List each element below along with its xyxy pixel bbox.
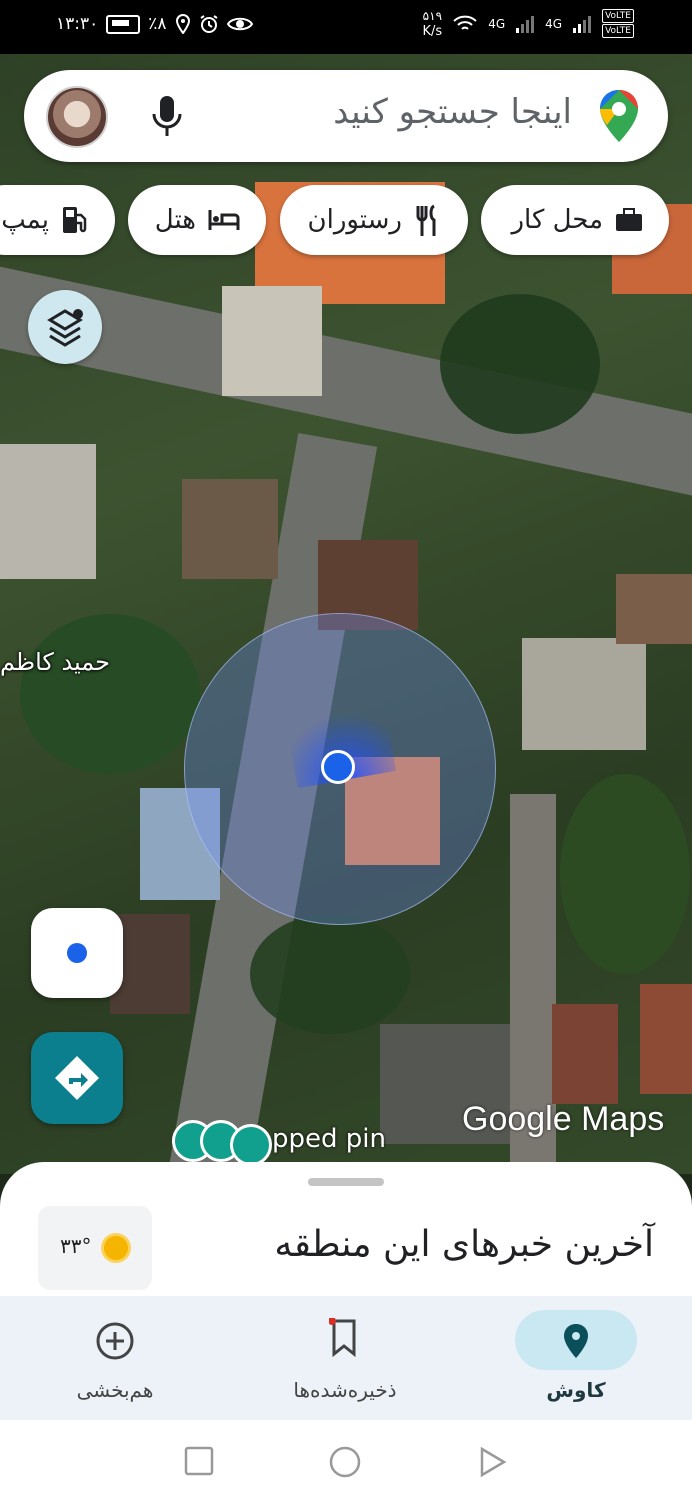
tree-cluster — [250, 914, 410, 1034]
battery-percent: ٪۸ — [148, 14, 167, 34]
battery-icon — [106, 14, 141, 34]
explore-pin-icon — [564, 1324, 588, 1358]
news-title: آخرین خبرهای این منطقه — [274, 1224, 654, 1265]
network-speed: ۵۱۹ K/s — [422, 8, 443, 39]
chip-gas[interactable]: پمپ — [0, 185, 115, 255]
nav-label: ذخیره‌شده‌ها — [293, 1378, 397, 1402]
chip-label: پمپ — [1, 205, 49, 235]
nav-label: هم‌بخشی — [76, 1378, 154, 1402]
volte-badge-2: VoLTE — [602, 24, 634, 38]
chip-restaurant[interactable]: رستوران — [280, 185, 468, 255]
chip-hotel[interactable]: هتل — [128, 185, 266, 255]
roof-gray-left — [0, 444, 96, 579]
recent-apps-icon[interactable] — [184, 1446, 214, 1476]
roof-rust-edge — [640, 984, 692, 1094]
roof-white-top — [222, 286, 322, 396]
bookmark-icon — [329, 1318, 356, 1358]
system-navigation-bar — [0, 1420, 692, 1500]
nav-label-explore[interactable]: کاوش — [476, 1378, 676, 1402]
directions-button[interactable] — [31, 1032, 123, 1124]
microphone-icon[interactable] — [150, 92, 184, 140]
chip-label: هتل — [154, 205, 196, 235]
volte-badge-1: VoLTE — [602, 9, 634, 23]
weather-chip[interactable]: ۳۳° — [38, 1206, 152, 1290]
google-maps-watermark: Google Maps — [462, 1100, 665, 1138]
gas-station-icon — [63, 207, 87, 233]
wifi-icon — [453, 15, 477, 30]
google-maps-logo-icon — [600, 90, 638, 142]
briefcase-icon — [616, 208, 642, 231]
directions-icon — [55, 1056, 99, 1100]
map-place-label[interactable]: حمید کاظم — [0, 648, 110, 676]
status-left: ۱۳:۳۰ ٪۸ — [56, 14, 253, 34]
layers-button[interactable] — [28, 290, 102, 364]
chip-label: رستوران — [307, 205, 403, 235]
roof-brown-right — [616, 574, 692, 644]
volte-badges: VoLTE VoLTE — [602, 8, 634, 39]
roof-gray-right — [522, 638, 646, 750]
chip-label: محل کار — [511, 205, 603, 235]
eye-icon — [226, 17, 253, 31]
nav-saved[interactable]: ذخیره‌شده‌ها — [245, 1296, 445, 1420]
signal-icon — [516, 15, 535, 33]
saved-pin-icon[interactable] — [230, 1124, 272, 1166]
search-input[interactable]: اینجا جستجو کنید — [333, 92, 572, 132]
status-bar: ۱۳:۳۰ ٪۸ ۵۱۹ K/s 4G 4G VoLTE VoLTE — [0, 0, 692, 54]
signal-icon-2 — [573, 15, 592, 33]
status-right: ۵۱۹ K/s 4G 4G VoLTE VoLTE — [422, 8, 634, 39]
my-location-icon — [67, 943, 87, 963]
alarm-icon — [199, 15, 218, 33]
avatar[interactable] — [46, 86, 108, 148]
tree-cluster — [20, 614, 200, 774]
roof-brown-mid — [182, 479, 278, 579]
sun-icon — [104, 1236, 128, 1260]
tree-cluster — [440, 294, 600, 434]
roof-rust-bottomright — [552, 1004, 618, 1104]
my-location-button[interactable] — [31, 908, 123, 998]
chip-work[interactable]: محل کار — [481, 185, 669, 255]
search-bar[interactable]: اینجا جستجو کنید — [24, 70, 668, 162]
nav-contribute[interactable]: هم‌بخشی — [15, 1296, 215, 1420]
sheet-drag-handle[interactable] — [308, 1178, 384, 1186]
back-icon[interactable] — [478, 1446, 508, 1478]
net1-label: 4G — [488, 16, 506, 31]
net2-label: 4G — [545, 16, 563, 31]
home-icon[interactable] — [329, 1446, 361, 1478]
nav-active-pill[interactable] — [515, 1310, 637, 1370]
dropped-pin-label[interactable]: pped pin — [272, 1124, 386, 1154]
bed-icon — [208, 210, 240, 230]
temperature: ۳۳° — [60, 1234, 92, 1258]
current-location-dot[interactable] — [321, 750, 355, 784]
restaurant-icon — [416, 204, 436, 236]
location-icon — [175, 14, 190, 34]
tree-cluster — [560, 774, 690, 974]
clock: ۱۳:۳۰ — [56, 14, 99, 34]
add-circle-icon — [96, 1322, 134, 1360]
layers-icon — [47, 309, 83, 347]
bottom-sheet[interactable]: ۳۳° آخرین خبرهای این منطقه — [0, 1162, 692, 1302]
